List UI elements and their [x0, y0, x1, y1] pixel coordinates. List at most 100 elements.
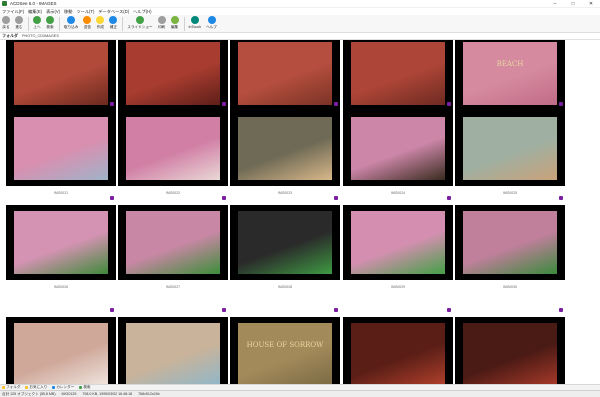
file-type-icon — [447, 196, 451, 200]
thumbnail-item[interactable]: IMG0026 — [6, 196, 116, 295]
thumbnail-image[interactable] — [118, 205, 228, 280]
toolbar-label: 作成 — [96, 25, 104, 29]
photo-scene — [126, 42, 220, 105]
address-bar: フォルダ — [0, 33, 600, 40]
thumbnail-item[interactable]: IMG0024 — [343, 102, 453, 201]
path-input[interactable] — [22, 33, 442, 39]
close-button[interactable]: ✕ — [582, 0, 600, 8]
menu-file[interactable]: ファイル(F) — [2, 9, 24, 15]
thumbnail-image[interactable] — [118, 40, 228, 111]
thumbnail-image[interactable] — [230, 40, 340, 111]
file-type-icon — [447, 102, 451, 106]
file-type-icon — [334, 308, 338, 312]
minimize-button[interactable]: – — [546, 0, 564, 8]
toolbar-button-2[interactable]: 上へ — [33, 16, 41, 30]
thumbnail-item[interactable]: IMG0028 — [230, 196, 340, 295]
thumbnail-image[interactable] — [455, 317, 565, 384]
toolbar-separator — [122, 17, 124, 31]
toolbar-label: 編集 — [170, 25, 179, 29]
file-type-icon — [334, 102, 338, 106]
thumbnail-image[interactable] — [343, 111, 453, 186]
toolbar-button-3[interactable]: 検索 — [46, 16, 54, 30]
toolbar-button-5[interactable]: 送信 — [83, 16, 92, 30]
toolbar-button-1[interactable]: 進む — [15, 16, 23, 30]
toolbar-label: 上へ — [33, 25, 41, 29]
thumbnail-item[interactable]: IMG0023 — [230, 102, 340, 201]
toolbar-separator — [183, 17, 185, 31]
photo-scene — [463, 117, 557, 180]
menu-view[interactable]: 表示(V) — [46, 9, 60, 15]
toolbar-label: 取り込み — [64, 25, 79, 29]
photo-scene — [351, 42, 445, 105]
thumbnail-image[interactable]: HOUSE OF SORROW — [230, 317, 340, 384]
thumbnail-item[interactable]: IMG0025 — [455, 102, 565, 201]
thumbnail-item[interactable]: IMG0034 — [343, 308, 453, 384]
thumbnail-image[interactable] — [118, 111, 228, 186]
toolbar-button-6[interactable]: 作成 — [96, 16, 105, 30]
photo-scene: BEACH — [463, 42, 557, 105]
toolbar-button-0[interactable]: 戻る — [2, 16, 10, 30]
thumbnail-image[interactable] — [343, 40, 453, 111]
thumbnail-grid[interactable]: IMG0016IMG0017IMG0018IMG0019BEACHIMG0020… — [0, 40, 600, 384]
status-dimensions: 768x512x24b — [138, 392, 160, 396]
thumbnail-image[interactable] — [6, 205, 116, 280]
thumbnail-item[interactable]: IMG0032 — [118, 308, 228, 384]
thumbnail-image[interactable] — [230, 205, 340, 280]
toolbar-button-4[interactable]: 取り込み — [64, 16, 78, 30]
thumbnail-item[interactable]: IMG0021 — [6, 102, 116, 201]
thumbnail-item[interactable]: IMG0029 — [343, 196, 453, 295]
thumbnail-caption: IMG0028 — [278, 285, 292, 289]
menu-database[interactable]: データベース(D) — [98, 9, 129, 15]
toolbar-label: 検索 — [46, 25, 54, 29]
thumbnail-image[interactable] — [343, 205, 453, 280]
thumbnail-item[interactable]: IMG0030 — [455, 196, 565, 295]
menu-go[interactable]: 移動 — [64, 9, 72, 15]
status-selected: IMG0125 — [61, 392, 77, 396]
maximize-button[interactable]: □ — [564, 0, 582, 8]
folders-icon — [2, 386, 5, 389]
thumbnail-image[interactable] — [455, 205, 565, 280]
thumbnail-caption: IMG0026 — [54, 285, 68, 289]
window-title: ACDSee 6.0 - IMAGES — [10, 1, 57, 6]
toolbar-button-9[interactable]: 印刷 — [157, 16, 166, 30]
thumbnail-image[interactable] — [343, 317, 453, 384]
toolbar-button-11[interactable]: InTouch — [188, 16, 202, 29]
send-icon — [83, 16, 92, 24]
calendar-icon — [52, 386, 56, 389]
fix-icon — [109, 16, 118, 24]
file-type-icon — [447, 308, 451, 312]
thumbnail-image[interactable] — [455, 111, 565, 186]
toolbar-label: スライドショー — [127, 25, 153, 29]
thumbnail-image[interactable] — [6, 40, 116, 111]
toolbar-button-12[interactable]: ヘルプ — [206, 16, 217, 30]
thumbnail-image[interactable] — [6, 317, 116, 384]
thumbnail-image[interactable] — [6, 111, 116, 186]
thumbnail-item[interactable]: IMG0035 — [455, 308, 565, 384]
toolbar-label: ヘルプ — [206, 25, 217, 29]
status-bar: 合計 125 オブジェクト (55.8 MB) IMG0125 708.0 KB… — [0, 390, 600, 397]
toolbar-label: InTouch — [188, 25, 202, 29]
thumbnail-caption: IMG0027 — [166, 285, 180, 289]
menu-help[interactable]: ヘルプ(H) — [133, 9, 151, 15]
file-type-icon — [559, 102, 563, 106]
toolbar-button-8[interactable]: スライドショー — [127, 16, 153, 30]
thumbnail-item[interactable]: IMG0031 — [6, 308, 116, 384]
thumbnail-item[interactable]: IMG0022 — [118, 102, 228, 201]
toolbar-button-7[interactable]: 補正 — [109, 16, 118, 30]
file-type-icon — [334, 196, 338, 200]
thumbnail-image[interactable] — [230, 111, 340, 186]
menu-edit[interactable]: 編集(E) — [28, 9, 42, 15]
search-icon — [79, 386, 83, 389]
thumbnail-image[interactable] — [118, 317, 228, 384]
thumbnail-item[interactable]: HOUSE OF SORROWIMG0033 — [230, 308, 340, 384]
photo-scene — [463, 211, 557, 274]
menu-tools[interactable]: ツール(T) — [76, 9, 94, 15]
toolbar-button-10[interactable]: 編集 — [170, 16, 179, 30]
thumbnail-caption: IMG0024 — [391, 191, 405, 195]
photo-scene — [351, 323, 445, 384]
thumbnail-image[interactable]: BEACH — [455, 40, 565, 111]
thumbnail-item[interactable]: IMG0027 — [118, 196, 228, 295]
file-type-icon — [222, 308, 226, 312]
photo-scene — [238, 211, 332, 274]
photo-scene — [126, 323, 220, 384]
